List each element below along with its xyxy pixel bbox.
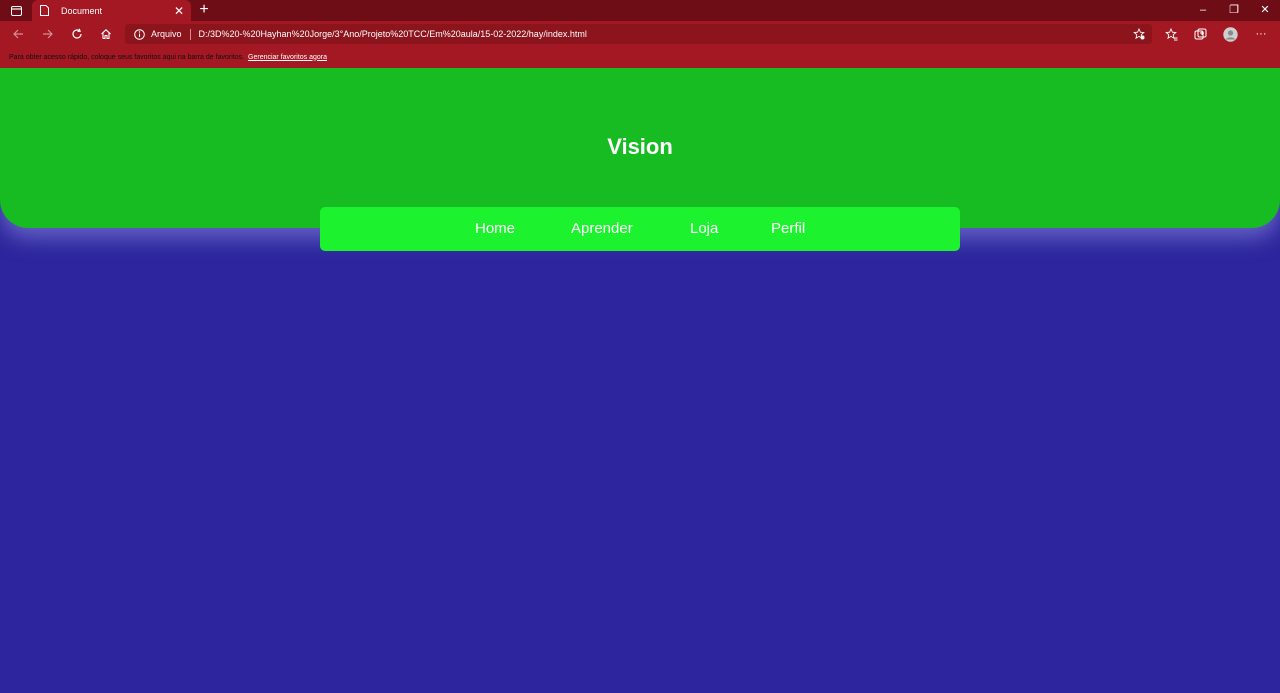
back-icon[interactable] — [8, 24, 28, 44]
more-menu-icon[interactable]: ··· — [1251, 24, 1271, 44]
add-favorite-icon[interactable] — [1132, 27, 1146, 41]
restore-button[interactable]: ❐ — [1223, 2, 1245, 18]
page-icon — [40, 4, 52, 18]
site-title: Vision — [607, 134, 673, 159]
address-separator — [189, 28, 191, 40]
refresh-icon[interactable] — [67, 24, 87, 44]
close-window-button[interactable]: ✕ — [1254, 2, 1276, 18]
tab-close-icon[interactable]: ✕ — [172, 4, 186, 18]
favorites-bar: Para obter acesso rápido, coloque seus f… — [0, 46, 1280, 68]
profile-avatar-icon[interactable] — [1220, 24, 1240, 44]
manage-favorites-link[interactable]: Gerenciar favoritos agora — [248, 54, 327, 61]
site-header: Vision — [0, 68, 1280, 228]
favorites-icon[interactable] — [1161, 24, 1181, 44]
address-bar[interactable]: Arquivo D:/3D%20-%20Hayhan%20Jorge/3°Ano… — [125, 24, 1152, 44]
page-body: Vision Home Aprender Loja Perfil — [0, 68, 1280, 693]
main-nav: Home Aprender Loja Perfil — [320, 207, 960, 251]
forward-icon[interactable] — [38, 24, 58, 44]
nav-link-home[interactable]: Home — [475, 220, 515, 237]
nav-link-loja[interactable]: Loja — [690, 220, 718, 237]
nav-link-perfil[interactable]: Perfil — [771, 220, 805, 237]
tab-actions-icon[interactable] — [6, 3, 26, 18]
nav-link-aprender[interactable]: Aprender — [571, 220, 633, 237]
browser-toolbar: Arquivo D:/3D%20-%20Hayhan%20Jorge/3°Ano… — [0, 21, 1280, 46]
new-tab-button[interactable]: + — [196, 1, 212, 19]
minimize-button[interactable]: – — [1192, 2, 1214, 18]
url-text[interactable]: D:/3D%20-%20Hayhan%20Jorge/3°Ano/Projeto… — [199, 29, 587, 39]
browser-tab[interactable]: Document ✕ — [32, 0, 191, 21]
collections-icon[interactable] — [1190, 24, 1210, 44]
favorites-bar-message: Para obter acesso rápido, coloque seus f… — [9, 53, 245, 61]
info-icon[interactable] — [134, 28, 146, 40]
tab-title: Document — [61, 5, 103, 16]
site-label: Arquivo — [151, 29, 182, 39]
browser-tab-strip: Document ✕ + – ❐ ✕ — [0, 0, 1280, 21]
home-icon[interactable] — [96, 24, 116, 44]
